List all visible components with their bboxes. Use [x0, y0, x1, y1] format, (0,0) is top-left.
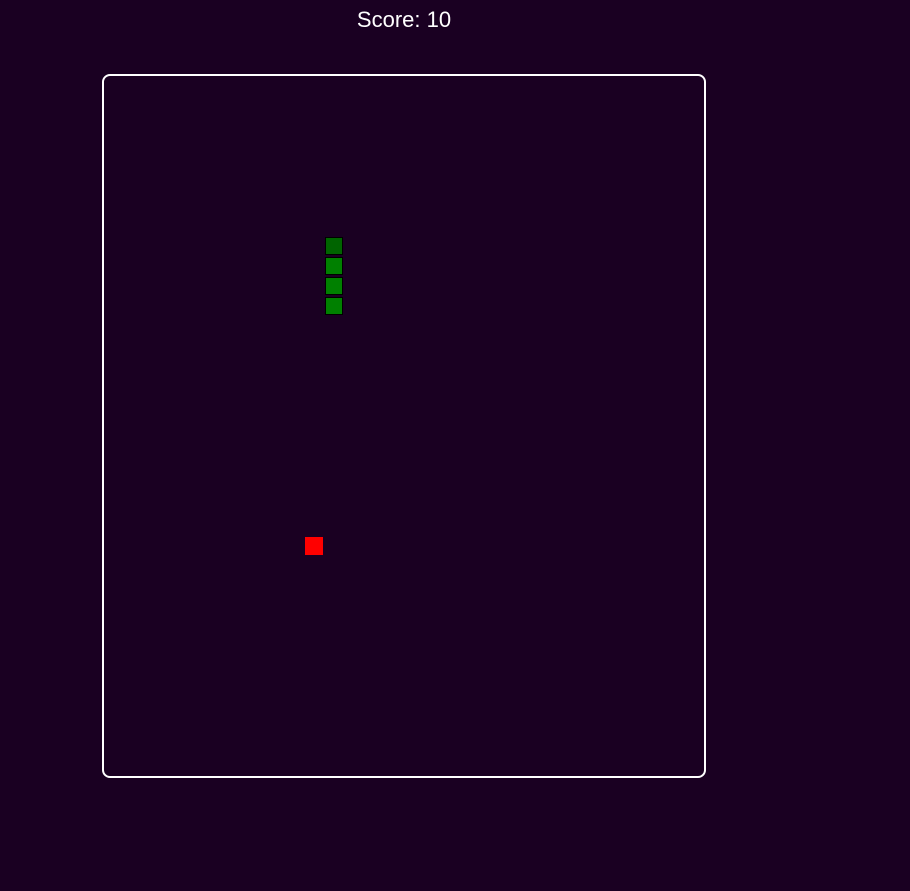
- snake-segment: [325, 257, 343, 275]
- snake-head: [325, 237, 343, 255]
- score-display: Score: 10: [356, 7, 452, 32]
- snake-segment: [325, 297, 343, 315]
- game-board[interactable]: [102, 74, 706, 778]
- snake-segment: [325, 277, 343, 295]
- food-item: [305, 537, 323, 555]
